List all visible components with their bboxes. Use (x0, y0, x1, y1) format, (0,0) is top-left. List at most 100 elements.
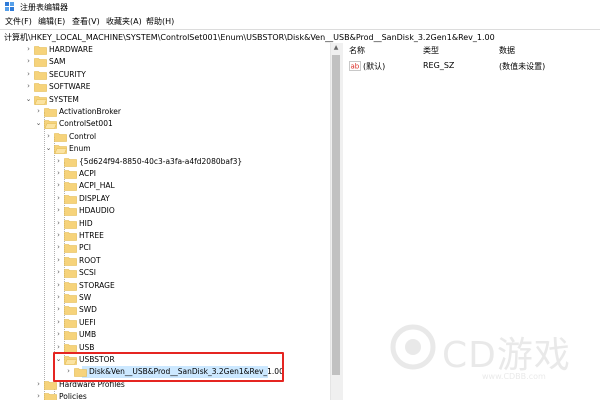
tree-node[interactable]: › HID (55, 218, 330, 230)
menu-edit[interactable]: 编辑(E) (38, 16, 65, 27)
folder-icon (54, 132, 67, 142)
chevron-right-icon[interactable]: › (55, 256, 62, 264)
tree-node-label: PCI (79, 243, 91, 253)
tree-node-label: ControlSet001 (59, 119, 113, 129)
tree-node[interactable]: › SW (55, 292, 330, 304)
scroll-up-arrow-icon[interactable]: ▲ (332, 45, 340, 51)
tree-node[interactable]: › DISPLAY (55, 193, 330, 205)
tree-node[interactable]: › SECURITY (25, 69, 325, 81)
folder-icon (64, 306, 77, 316)
watermark-text: CD游戏 (442, 335, 571, 376)
tree-node[interactable]: › HARDWARE (25, 44, 325, 56)
chevron-right-icon[interactable]: › (55, 331, 62, 338)
chevron-right-icon[interactable]: › (55, 294, 62, 301)
chevron-right-icon[interactable]: › (55, 182, 62, 189)
menu-help[interactable]: 帮助(H) (146, 16, 174, 27)
chevron-right-icon[interactable]: › (25, 83, 32, 90)
tree-node[interactable]: › STORAGE (55, 280, 330, 292)
chevron-right-icon[interactable]: › (55, 232, 62, 239)
chevron-right-icon[interactable]: › (35, 393, 42, 400)
tree-node[interactable]: › SCSI (55, 267, 330, 279)
chevron-right-icon[interactable]: › (55, 157, 62, 165)
tree-node[interactable]: › Control (45, 131, 330, 143)
tree-node[interactable]: › SWD (55, 304, 330, 316)
tree-node[interactable]: ⌄ ControlSet001 (35, 118, 330, 130)
tree-node-label: HARDWARE (49, 45, 93, 54)
tree-node[interactable]: › HDAUDIO (55, 205, 330, 217)
chevron-right-icon[interactable]: › (55, 269, 62, 276)
tree-node[interactable]: ⌄ SYSTEM (25, 94, 325, 106)
tree-node[interactable]: › SAM (25, 56, 325, 68)
tree-node[interactable]: › ACPI_HAL (55, 180, 330, 192)
column-header-name[interactable]: 名称 (349, 45, 365, 56)
tree-node-label: SOFTWARE (49, 82, 91, 92)
folder-icon (64, 182, 77, 192)
tree-node[interactable]: › ACPI (55, 168, 330, 180)
chevron-right-icon[interactable]: › (45, 132, 52, 140)
tree-node-label: Control (69, 131, 97, 141)
tree-node[interactable]: › UEFI (55, 317, 330, 329)
folder-icon (64, 207, 77, 216)
tree-node[interactable]: › SOFTWARE (25, 81, 325, 93)
tree-node[interactable]: › HTREE (55, 230, 330, 242)
folder-open-icon (44, 120, 57, 130)
menu-view[interactable]: 查看(V) (72, 16, 100, 27)
tree-node[interactable]: › Policies (35, 391, 330, 400)
folder-icon (64, 281, 77, 291)
chevron-right-icon[interactable]: › (55, 343, 62, 351)
tree-node[interactable]: › {5d624f94-8850-40c3-a3fa-a4fd2080baf3} (55, 156, 330, 168)
svg-text:ab: ab (351, 63, 360, 71)
column-header-data[interactable]: 数据 (499, 45, 515, 56)
folder-icon (64, 194, 77, 204)
tree-node[interactable]: › PCI (55, 242, 330, 254)
menu-file[interactable]: 文件(F) (5, 16, 32, 27)
tree-node-label: SW (79, 293, 92, 302)
tree-node-label: ACPI (79, 169, 96, 178)
menu-bar: 文件(F) 编辑(E) 查看(V) 收藏夹(A) 帮助(H) (0, 15, 600, 28)
folder-icon (64, 170, 77, 179)
folder-open-icon (34, 95, 47, 105)
folder-icon (64, 232, 77, 241)
tree-node[interactable]: › UMB (55, 329, 330, 341)
key-tree[interactable]: › HARDWARE › SAM › SECURITY › SOFTWARE ⌄ SYSTEM › A… (0, 43, 330, 400)
chevron-right-icon[interactable]: › (25, 70, 32, 78)
chevron-right-icon[interactable]: › (55, 306, 62, 313)
scroll-thumb[interactable] (332, 55, 340, 375)
chevron-down-icon[interactable]: ⌄ (45, 145, 52, 152)
chevron-right-icon[interactable]: › (55, 207, 62, 214)
highlight-annotation-box (53, 352, 284, 382)
folder-icon (64, 294, 77, 303)
column-header-type[interactable]: 类型 (423, 45, 439, 56)
chevron-right-icon[interactable]: › (25, 58, 32, 65)
chevron-right-icon[interactable]: › (55, 244, 62, 251)
tree-node-label: USB (79, 342, 95, 352)
folder-icon (34, 46, 47, 55)
menu-favorites[interactable]: 收藏夹(A) (106, 16, 142, 27)
tree-node-label: Enum (69, 144, 91, 154)
value-name[interactable]: (默认) (363, 61, 385, 72)
tree-node[interactable]: ⌄ Enum (45, 143, 330, 155)
address-path[interactable]: 计算机\HKEY_LOCAL_MACHINE\SYSTEM\ControlSet… (4, 32, 495, 43)
chevron-down-icon[interactable]: ⌄ (35, 120, 42, 127)
address-bar[interactable]: 计算机\HKEY_LOCAL_MACHINE\SYSTEM\ControlSet… (0, 29, 600, 44)
chevron-right-icon[interactable]: › (55, 219, 62, 227)
tree-node[interactable]: › ROOT (55, 255, 330, 267)
folder-open-icon (54, 145, 67, 154)
chevron-right-icon[interactable]: › (55, 318, 62, 326)
chevron-right-icon[interactable]: › (25, 46, 32, 53)
chevron-right-icon[interactable]: › (55, 170, 62, 177)
tree-node-label: SCSI (79, 268, 96, 278)
chevron-right-icon[interactable]: › (55, 281, 62, 289)
tree-node[interactable]: › ActivationBroker (35, 106, 330, 118)
chevron-right-icon[interactable]: › (35, 380, 42, 388)
tree-node-label: SYSTEM (49, 94, 79, 104)
chevron-right-icon[interactable]: › (35, 108, 42, 115)
tree-node-label: SECURITY (49, 69, 86, 79)
folder-icon (64, 331, 77, 340)
chevron-down-icon[interactable]: ⌄ (25, 95, 32, 103)
folder-icon (64, 157, 77, 167)
folder-icon (34, 70, 47, 80)
watermark: CD游戏 www.CDBB.com (390, 322, 590, 392)
chevron-right-icon[interactable]: › (55, 194, 62, 202)
tree-node-label: HTREE (79, 231, 104, 240)
